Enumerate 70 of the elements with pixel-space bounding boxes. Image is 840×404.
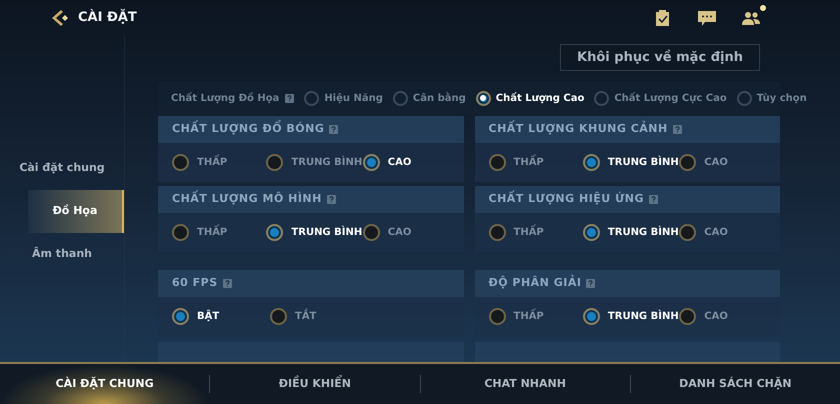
sidebar-item[interactable]: Đồ Họa — [28, 190, 124, 233]
setting-title: 60 FPS — [172, 275, 218, 292]
radio-button[interactable] — [172, 308, 189, 325]
bottom-tab[interactable]: DANH SÁCH CHẶN — [630, 364, 840, 404]
radio-button[interactable] — [270, 308, 287, 325]
setting-title: CHẤT LƯỢNG HIỆU ỨNG — [488, 191, 644, 208]
radio-button[interactable] — [736, 90, 752, 106]
radio-button[interactable] — [266, 154, 284, 171]
option-label[interactable]: THẤP — [514, 155, 544, 170]
option-label[interactable]: THẤP — [197, 225, 228, 240]
preset-option[interactable]: Cân bằng — [412, 90, 466, 106]
reset-default-button[interactable]: Khôi phục về mặc định — [560, 44, 760, 71]
option-label[interactable]: TRUNG BÌNH — [291, 225, 362, 240]
option-label[interactable]: TRUNG BÌNH — [608, 155, 679, 170]
option-label[interactable]: THẤP — [514, 309, 544, 324]
option-label[interactable]: THẤP — [514, 225, 544, 240]
radio-button[interactable] — [266, 224, 284, 241]
radio-button[interactable] — [362, 224, 380, 241]
friends-icon[interactable] — [742, 11, 762, 25]
preset-option[interactable]: Tùy chọn — [756, 90, 807, 106]
back-arrow-icon[interactable] — [52, 10, 70, 26]
setting-title: ĐỘ PHÂN GIẢI — [488, 275, 582, 292]
preset-option[interactable]: Hiệu Năng — [324, 90, 383, 106]
help-icon[interactable] — [672, 125, 682, 134]
sidebar-item[interactable]: Cài đặt chung — [0, 147, 124, 190]
radio-button[interactable] — [582, 154, 600, 171]
option-label[interactable]: CAO — [388, 225, 412, 240]
option-label[interactable]: TRUNG BÌNH — [608, 225, 679, 240]
help-icon[interactable] — [222, 279, 232, 288]
help-icon[interactable] — [649, 195, 658, 204]
radio-button[interactable] — [679, 308, 696, 325]
option-label[interactable]: TRUNG BÌNH — [291, 155, 362, 170]
radio-button[interactable] — [488, 224, 506, 241]
radio-button[interactable] — [679, 224, 696, 241]
clipboard-check-icon[interactable] — [655, 10, 670, 26]
option-label[interactable]: BẬT — [197, 309, 220, 324]
option-label[interactable]: CAO — [704, 225, 728, 240]
chat-icon[interactable] — [698, 10, 716, 26]
option-label[interactable]: TẮT — [295, 309, 316, 324]
radio-button[interactable] — [392, 90, 408, 106]
option-label[interactable]: CAO — [388, 155, 412, 170]
setting-title: CHẤT LƯỢNG KHUNG CẢNH — [488, 121, 668, 138]
radio-button[interactable] — [172, 154, 189, 171]
help-icon[interactable] — [329, 125, 338, 134]
preset-label: Chất Lượng Đồ Họa — [171, 91, 280, 106]
setting-title: CHẤT LƯỢNG ĐỔ BÓNG — [172, 121, 324, 138]
preset-option[interactable]: Chất Lượng Cao — [496, 90, 584, 106]
option-label[interactable]: CAO — [704, 309, 728, 324]
option-label[interactable]: CAO — [704, 155, 728, 170]
bottom-tab[interactable]: ĐIỀU KHIỂN — [210, 364, 420, 404]
bottom-tab[interactable]: CHAT NHANH — [420, 364, 630, 404]
help-icon[interactable] — [285, 94, 294, 102]
option-label[interactable]: THẤP — [197, 155, 228, 170]
help-icon[interactable] — [326, 195, 336, 204]
radio-button[interactable] — [582, 308, 600, 325]
radio-button[interactable] — [488, 308, 506, 325]
radio-button[interactable] — [362, 154, 380, 171]
radio-button[interactable] — [476, 90, 491, 106]
setting-title: CHẤT LƯỢNG MÔ HÌNH — [172, 191, 322, 208]
radio-button[interactable] — [304, 90, 320, 106]
radio-button[interactable] — [679, 154, 696, 171]
sidebar-item[interactable]: Âm thanh — [0, 233, 124, 276]
preset-option[interactable]: Chất Lượng Cực Cao — [614, 90, 727, 106]
radio-button[interactable] — [594, 90, 610, 106]
radio-button[interactable] — [172, 224, 189, 241]
help-icon[interactable] — [586, 279, 596, 288]
option-label[interactable]: TRUNG BÌNH — [608, 309, 679, 324]
radio-button[interactable] — [488, 154, 506, 171]
page-title: CÀI ĐẶT — [78, 8, 137, 28]
radio-button[interactable] — [582, 224, 600, 241]
